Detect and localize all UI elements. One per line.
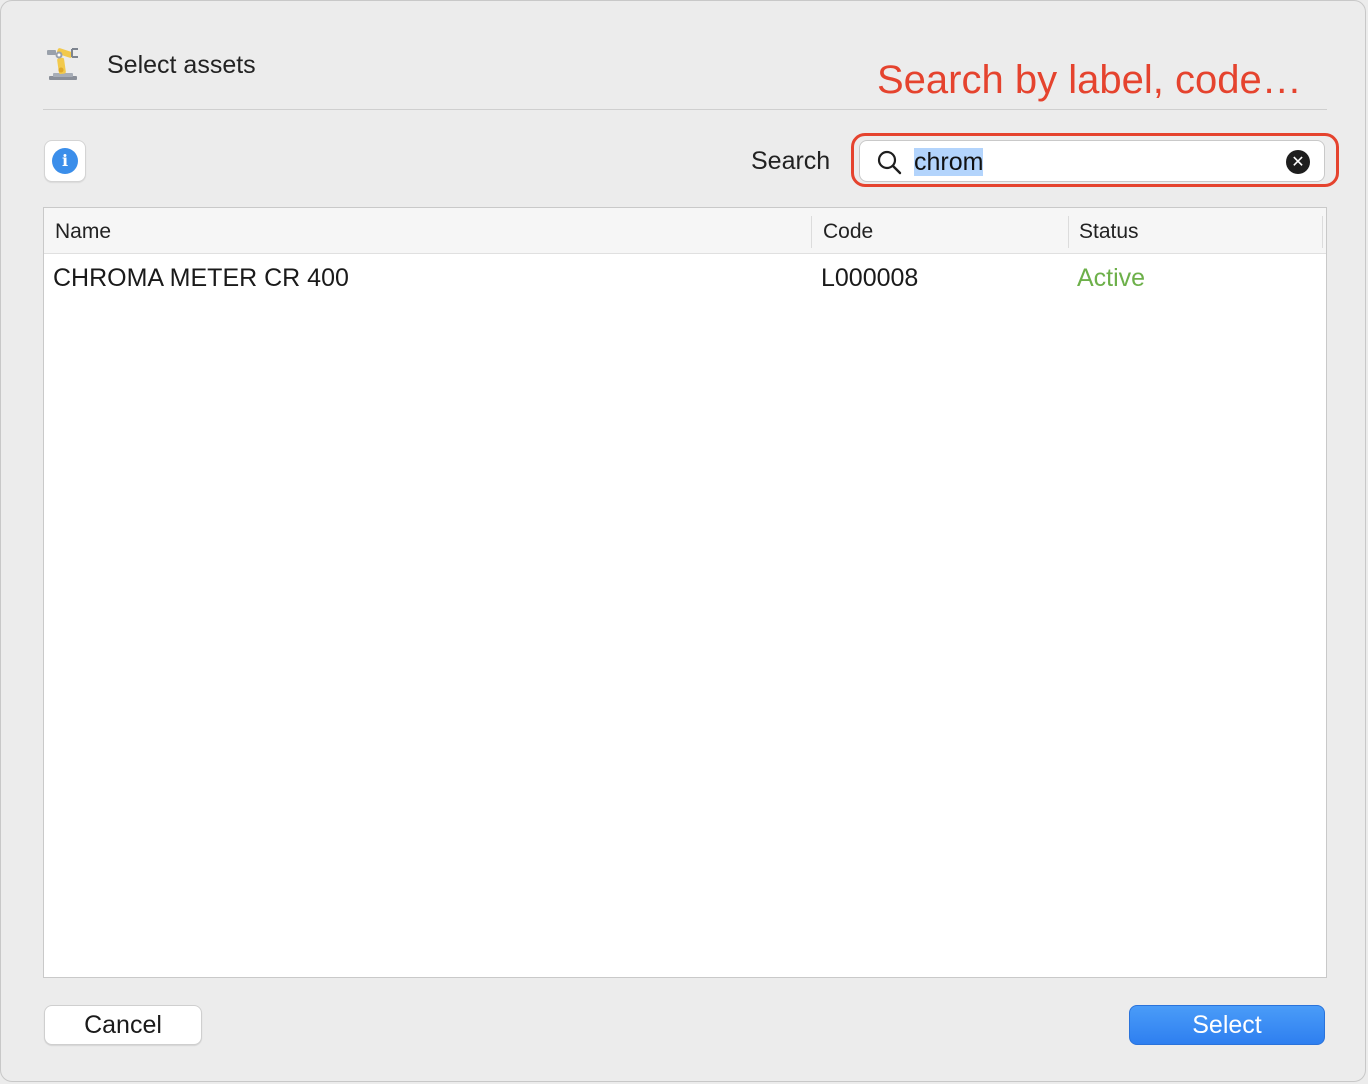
select-assets-dialog: Select assets Search by label, code… i S… [0, 0, 1366, 1082]
column-separator[interactable] [811, 216, 812, 248]
search-input-selected-text: chrom [914, 148, 984, 176]
assets-table: Name Code Status CHROMA METER CR 400 L00… [43, 207, 1327, 978]
clear-search-icon[interactable]: ✕ [1286, 150, 1310, 174]
column-separator[interactable] [1322, 216, 1323, 248]
info-button[interactable]: i [44, 140, 86, 182]
robot-arm-icon [47, 48, 78, 80]
column-separator[interactable] [1068, 216, 1069, 248]
cell-status: Active [1077, 264, 1146, 292]
header-divider [43, 109, 1327, 110]
cancel-button[interactable]: Cancel [44, 1005, 202, 1045]
select-button[interactable]: Select [1129, 1005, 1325, 1045]
dialog-title: Select assets [107, 51, 256, 79]
search-input[interactable]: chrom [914, 145, 1274, 177]
info-icon: i [52, 148, 78, 174]
cell-name: CHROMA METER CR 400 [53, 264, 349, 292]
cell-code: L000008 [821, 264, 919, 292]
table-row[interactable]: CHROMA METER CR 400 L000008 Active [44, 254, 1326, 302]
column-header-status[interactable]: Status [1079, 208, 1139, 254]
search-field[interactable]: chrom ✕ [859, 140, 1325, 182]
column-header-code[interactable]: Code [823, 208, 873, 254]
magnifier-icon [877, 150, 902, 175]
column-header-name[interactable]: Name [55, 208, 111, 254]
search-hint-annotation: Search by label, code… [877, 58, 1302, 102]
table-header: Name Code Status [44, 208, 1326, 254]
search-label: Search [751, 147, 831, 175]
